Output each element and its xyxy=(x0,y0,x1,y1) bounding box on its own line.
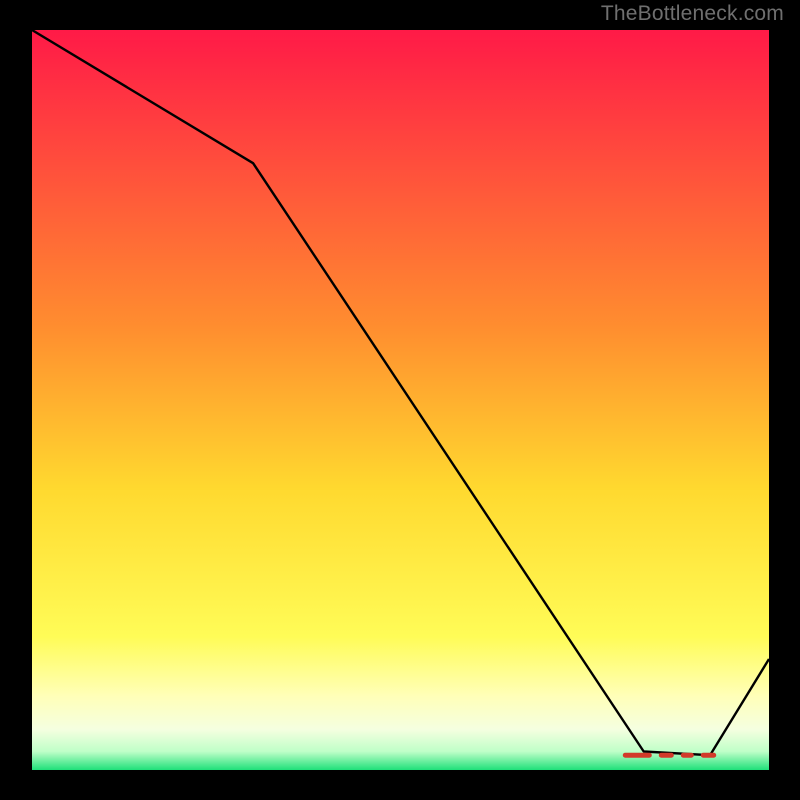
plot-background xyxy=(32,30,769,770)
chart-canvas xyxy=(0,0,800,800)
chart-frame: TheBottleneck.com xyxy=(0,0,800,800)
